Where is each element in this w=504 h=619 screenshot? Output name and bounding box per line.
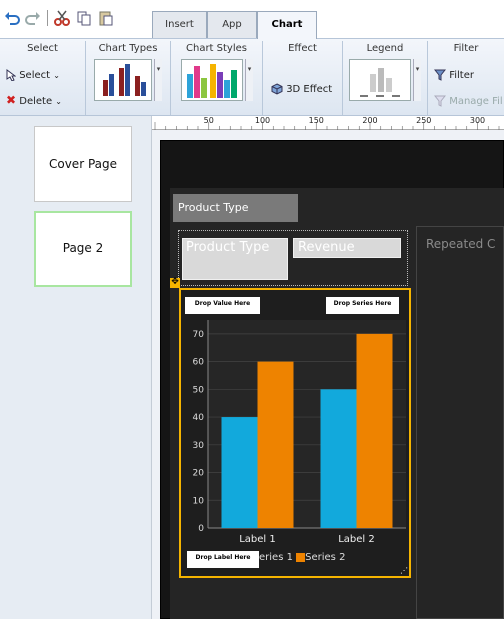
- page-thumbnail-page2[interactable]: Page 2: [34, 211, 132, 287]
- effect-group-title: Effect: [288, 43, 317, 54]
- horizontal-ruler: 50100150200250300350: [152, 116, 504, 130]
- tab-insert[interactable]: Insert: [152, 11, 207, 38]
- quick-access-toolbar: Insert App Chart: [0, 0, 504, 39]
- tab-chart[interactable]: Chart: [257, 11, 317, 39]
- filter-group: Filter Filter Manage Fil: [428, 41, 504, 115]
- y-tick-label: 50: [193, 385, 205, 395]
- tab-app[interactable]: App: [207, 11, 257, 38]
- styled-chart-thumbnail-icon: [187, 64, 237, 98]
- y-tick-label: 0: [198, 524, 204, 534]
- legend-group-title: Legend: [366, 43, 404, 54]
- delete-button-label: Delete: [19, 96, 53, 107]
- filter-button[interactable]: Filter: [433, 69, 474, 81]
- ruler-label: 100: [255, 116, 270, 125]
- chart-type-dropdown[interactable]: ▾: [154, 59, 162, 101]
- select-button[interactable]: Select ⌄: [6, 69, 60, 82]
- bar-series2: [356, 333, 393, 528]
- ruler-label: 150: [309, 116, 324, 125]
- delete-button[interactable]: ✖ Delete ⌄: [6, 93, 62, 107]
- delete-x-icon: ✖: [6, 93, 17, 107]
- y-tick-label: 20: [193, 469, 205, 479]
- 3d-effect-label: 3D Effect: [286, 84, 333, 95]
- chart-type-gallery[interactable]: [94, 59, 152, 101]
- bar-series1: [320, 389, 357, 528]
- paste-icon[interactable]: [98, 10, 114, 26]
- y-tick-label: 10: [193, 496, 205, 506]
- legend-group: Legend ▾: [343, 41, 428, 115]
- ruler-label: 200: [362, 116, 377, 125]
- ruler-label: 250: [416, 116, 431, 125]
- resize-grip-icon[interactable]: ⋰: [400, 567, 408, 575]
- funnel-disabled-icon: [433, 95, 447, 107]
- chart-legend: eries 1 Series 2: [259, 552, 345, 563]
- funnel-icon: [433, 69, 447, 81]
- filter-group-title: Filter: [453, 43, 479, 54]
- bar-chart-thumbnail-icon: [103, 64, 146, 96]
- repeated-column: Repeated C: [416, 226, 504, 619]
- 3d-effect-button[interactable]: 3D Effect: [271, 83, 332, 95]
- legend-series2-swatch: [296, 552, 306, 562]
- legend-series1-label: eries 1: [259, 552, 293, 563]
- revenue-placeholder[interactable]: Revenue: [293, 238, 401, 258]
- chart-styles-group: Chart Styles ▾: [171, 41, 263, 115]
- product-type-header[interactable]: Product Type: [173, 194, 298, 222]
- chart-component[interactable]: Drop Value Here Drop Series Here 0 10 20 30…: [179, 288, 411, 578]
- bar-chart: 0 10 20 30 40 50 60 70 Label 1 Label 2: [193, 320, 406, 545]
- effect-group: Effect 3D Effect: [263, 41, 343, 115]
- chart-styles-title: Chart Styles: [186, 43, 247, 54]
- repeater-cell[interactable]: Product Type Revenue: [178, 230, 408, 286]
- ruler-label: 50: [204, 116, 214, 125]
- ruler-label: 300: [470, 116, 485, 125]
- x-tick-label: Label 1: [239, 534, 276, 545]
- manage-filter-button[interactable]: Manage Fil: [433, 95, 503, 107]
- drop-label-zone[interactable]: Drop Label Here: [187, 551, 259, 568]
- y-tick-label: 40: [193, 413, 205, 423]
- page-thumbnail-label: Cover Page: [48, 157, 117, 171]
- legend-dropdown[interactable]: ▾: [413, 59, 421, 101]
- chart-types-group: Chart Types ▾: [86, 41, 171, 115]
- filter-button-label: Filter: [449, 70, 474, 81]
- cut-icon[interactable]: [54, 10, 70, 26]
- y-tick-label: 60: [193, 358, 205, 368]
- x-tick-label: Label 2: [338, 534, 375, 545]
- chevron-down-icon: ⌄: [55, 97, 62, 106]
- bar-series1: [221, 417, 258, 528]
- select-group: Select Select ⌄ ✖ Delete ⌄: [0, 41, 86, 115]
- page-thumbnail-pane: Cover Page Page 2: [0, 116, 152, 619]
- manage-filter-label: Manage Fil: [449, 96, 503, 107]
- select-group-title: Select: [27, 43, 58, 54]
- move-handle-icon[interactable]: ✥: [170, 278, 180, 288]
- chevron-down-icon: ⌄: [53, 71, 60, 80]
- chart-types-title: Chart Types: [98, 43, 158, 54]
- copy-icon[interactable]: [76, 10, 92, 26]
- legend-series2-label: Series 2: [305, 552, 346, 563]
- legend-thumbnail-icon: [360, 68, 400, 97]
- pointer-icon: [6, 69, 17, 82]
- toolbar-separator: [47, 10, 48, 26]
- page-thumbnail-label: Page 2: [62, 241, 104, 255]
- bar-series2: [257, 361, 294, 528]
- page-thumbnail-cover[interactable]: Cover Page: [34, 126, 132, 202]
- y-tick-label: 30: [193, 441, 205, 451]
- chart-style-dropdown[interactable]: ▾: [245, 59, 253, 101]
- chart-style-gallery[interactable]: [181, 59, 243, 101]
- ribbon: Select Select ⌄ ✖ Delete ⌄ Chart Types ▾…: [0, 38, 504, 116]
- legend-gallery[interactable]: [349, 59, 411, 101]
- 3d-cube-icon: [271, 83, 283, 95]
- undo-icon[interactable]: [4, 10, 20, 26]
- select-button-label: Select: [19, 70, 51, 81]
- ruler-ticks: 50100150200250300350: [154, 116, 500, 130]
- product-type-placeholder[interactable]: Product Type: [182, 238, 288, 280]
- y-tick-label: 70: [193, 330, 205, 340]
- repeated-label: Repeated C: [426, 237, 496, 251]
- redo-icon[interactable]: [25, 10, 41, 26]
